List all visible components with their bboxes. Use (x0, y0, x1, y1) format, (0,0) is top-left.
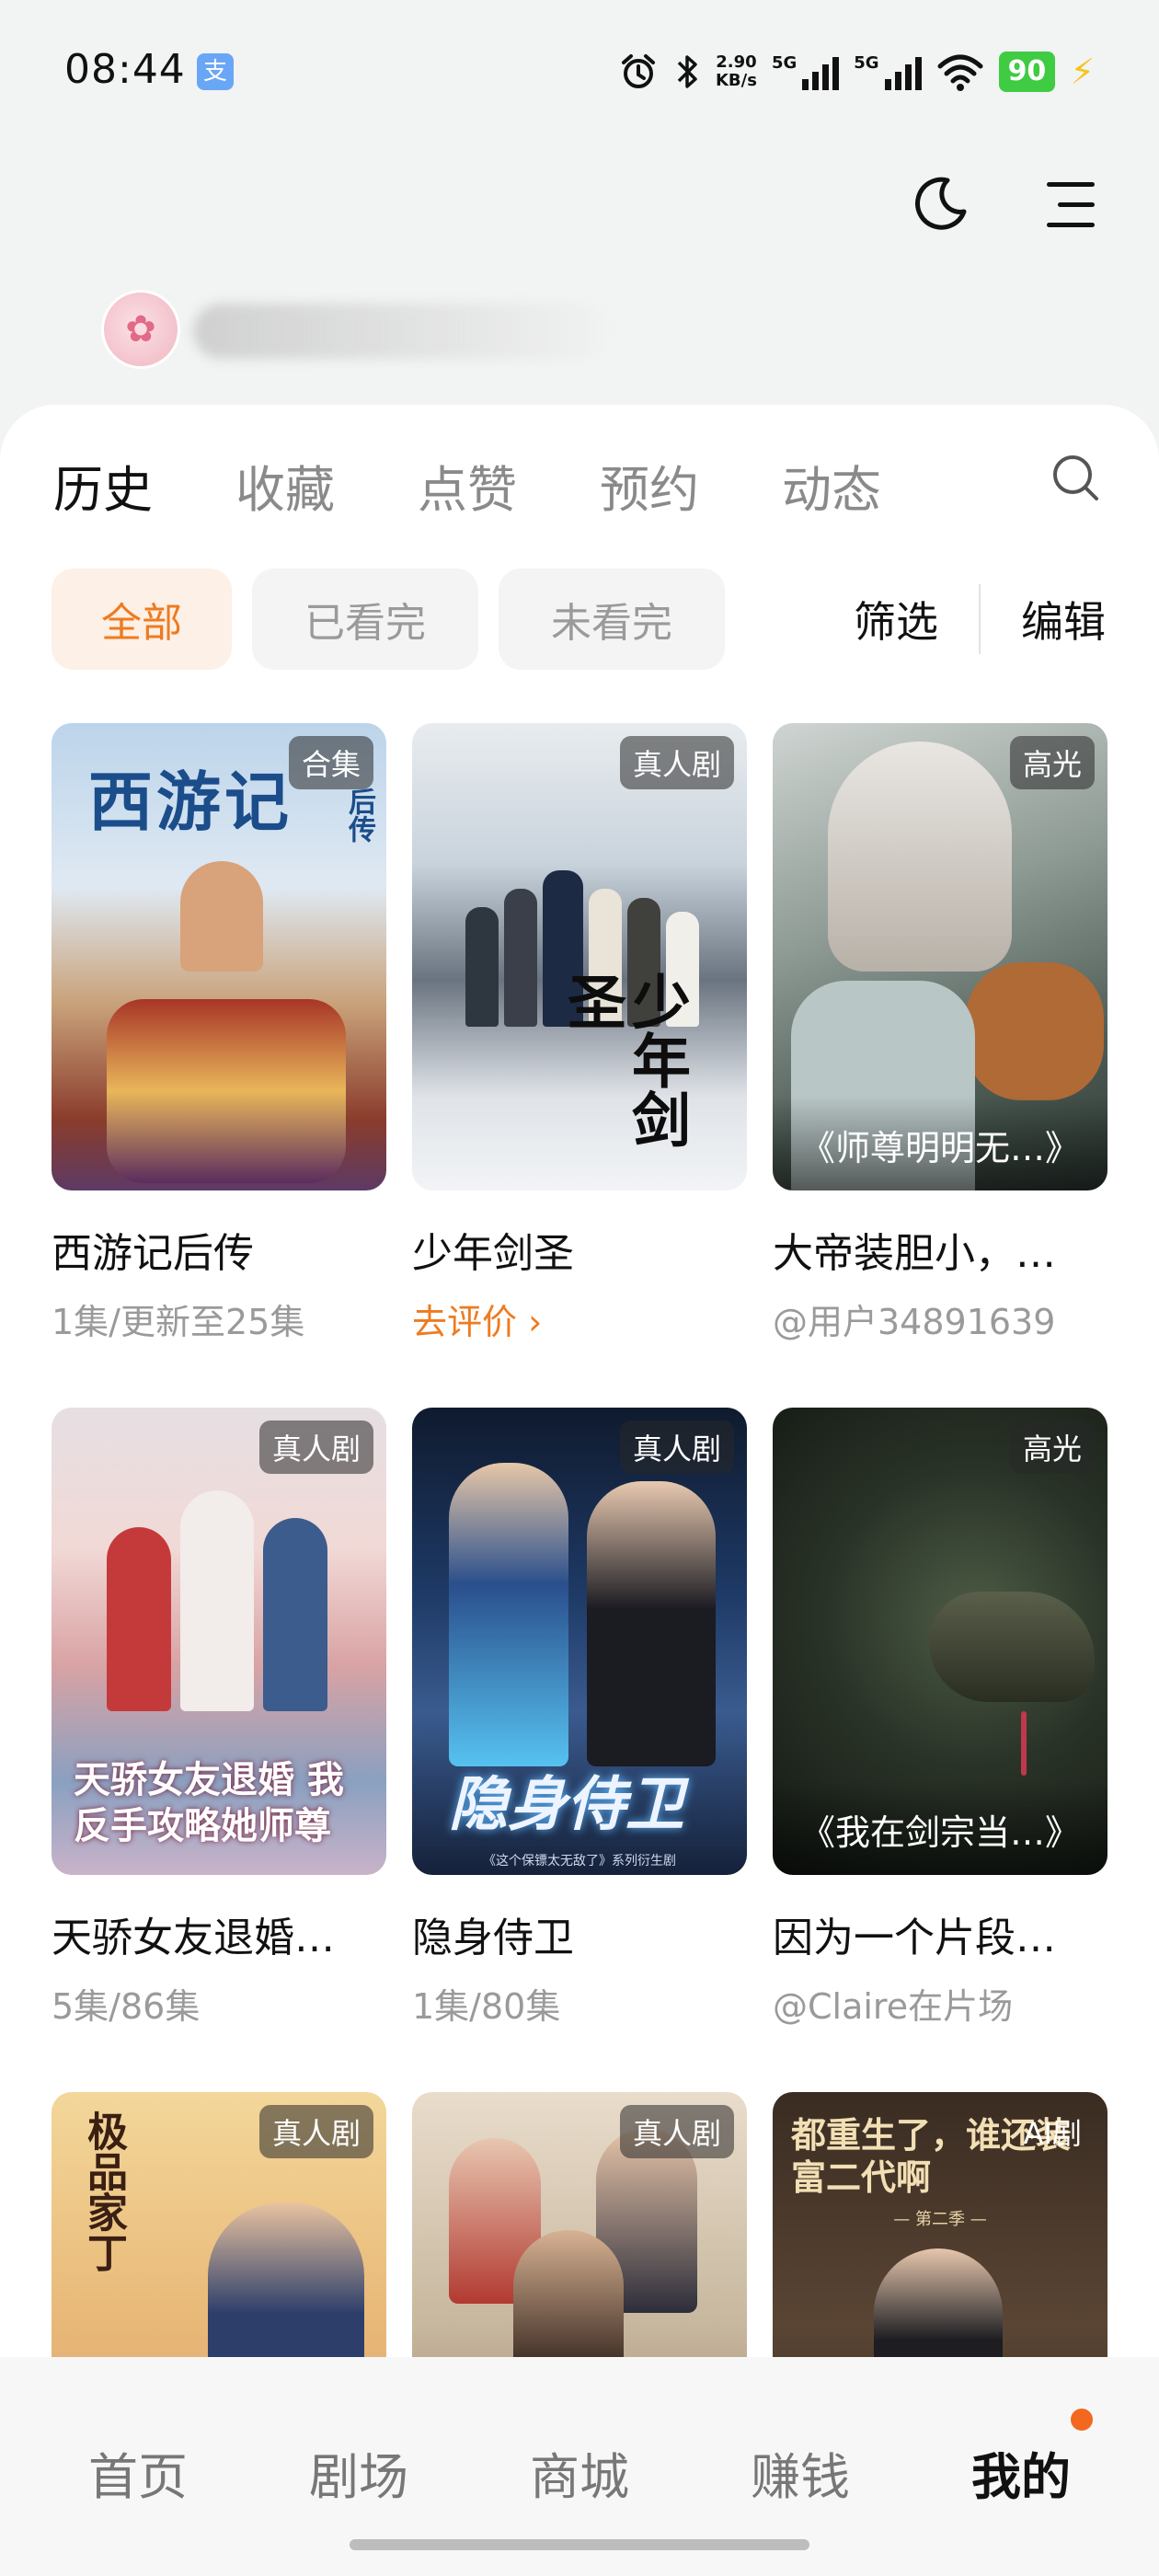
poster-title-art: 极品家丁 (80, 2110, 127, 2272)
tab-bar: 历史 收藏 点赞 预约 动态 (53, 449, 881, 522)
filter-chip-all[interactable]: 全部 (52, 569, 232, 670)
tab-activity[interactable]: 动态 (782, 449, 881, 522)
dark-mode-moon-icon[interactable] (911, 175, 970, 234)
alarm-icon (621, 54, 655, 88)
rate-link[interactable]: 去评价 › (412, 1294, 747, 1344)
signal-strength-sim2: 5G (854, 53, 922, 90)
card-type-badge: 高光 (1009, 736, 1095, 789)
network-speed-value: 2.90 (716, 52, 757, 72)
card-type-badge: 真人剧 (258, 1420, 373, 1474)
card-title: 西游记后传 (52, 1230, 254, 1277)
card-title: 少年剑圣 (412, 1230, 574, 1277)
filter-chip-unfinished[interactable]: 未看完 (499, 569, 725, 670)
card-title: 天骄女友退婚… (52, 1915, 335, 1961)
watch-status-filters: 全部 已看完 未看完 (52, 569, 725, 670)
tab-reservations[interactable]: 预约 (600, 449, 699, 522)
poster-caption: 《这个保镖太无敌了》系列衍生剧 (483, 1854, 676, 1869)
card-title: 大帝装胆小，… (773, 1230, 1056, 1277)
poster-image: 隐身侍卫 《这个保镖太无敌了》系列衍生剧 真人剧 (412, 1408, 747, 1875)
episode-progress: 1集/80集 (412, 1986, 561, 2027)
poster-image: 《我在剑宗当…》 高光 (773, 1408, 1107, 1875)
username-redacted (193, 304, 616, 359)
poster-caption: — 第二季 — (893, 2210, 987, 2229)
card-type-badge: 真人剧 (619, 1420, 734, 1474)
tab-favorites[interactable]: 收藏 (235, 449, 335, 522)
poster-image: 西游记 后传 合集 (52, 723, 386, 1190)
uploader-handle[interactable]: @Claire在片场 (773, 1978, 1107, 2029)
nav-mall[interactable]: 商城 (488, 2436, 671, 2509)
network-type-label: 5G (854, 53, 879, 73)
episode-progress: 1集/更新至25集 (52, 1302, 305, 1342)
poster-title-art: 少年剑圣 (557, 972, 691, 1148)
episode-progress: 5集/86集 (52, 1986, 201, 2027)
bluetooth-icon (677, 55, 697, 88)
clip-source-title: 《师尊明明无…》 (773, 1096, 1107, 1190)
poster-title-art-side: 后传 (343, 788, 375, 843)
signal-strength-sim1: 5G (771, 53, 840, 90)
nav-me[interactable]: 我的 (929, 2436, 1113, 2509)
filter-button[interactable]: 筛选 (854, 589, 938, 650)
avatar[interactable]: ✿ (101, 290, 180, 369)
network-type-label: 5G (771, 53, 798, 73)
home-indicator[interactable] (350, 2539, 809, 2550)
network-speed-unit: KB/s (715, 71, 757, 90)
status-bar: 08:44 支 2.90 KB/s 5G 5G 90 ⚡ (0, 0, 1159, 147)
alipay-notification-icon: 支 (197, 53, 234, 90)
card-type-badge: 高光 (1009, 1420, 1095, 1474)
notification-dot (1071, 2409, 1093, 2431)
wifi-icon (937, 54, 983, 91)
card-type-badge: 真人剧 (619, 736, 734, 789)
tab-likes[interactable]: 点赞 (418, 449, 517, 522)
clip-source-title: 《我在剑宗当…》 (773, 1780, 1107, 1875)
poster-title-art: 天骄女友退婚 我反手攻略她师尊 (74, 1758, 344, 1847)
menu-icon[interactable] (1039, 180, 1095, 230)
content-panel: 历史 收藏 点赞 预约 动态 全部 已看完 未看完 筛选 编辑 西游记 后传 合… (0, 405, 1159, 2576)
network-speed: 2.90 KB/s (716, 53, 757, 90)
card-type-badge: AI剧 (1023, 2116, 1082, 2151)
uploader-handle[interactable]: @用户34891639 (773, 1294, 1107, 1344)
poster-title-art: 西游记 (88, 764, 293, 840)
poster-image: 天骄女友退婚 我反手攻略她师尊 真人剧 (52, 1408, 386, 1875)
poster-image: 少年剑圣 真人剧 (412, 723, 747, 1190)
card-title: 因为一个片段… (773, 1915, 1056, 1961)
battery-indicator: 90 (998, 52, 1056, 92)
card-type-badge: 真人剧 (258, 2105, 373, 2158)
nav-theater[interactable]: 剧场 (267, 2436, 451, 2509)
edit-button[interactable]: 编辑 (1021, 589, 1106, 650)
card-title: 隐身侍卫 (412, 1915, 574, 1961)
divider (979, 584, 981, 654)
poster-image: 《师尊明明无…》 高光 (773, 723, 1107, 1190)
nav-home[interactable]: 首页 (46, 2436, 230, 2509)
clock: 08:44 (64, 46, 186, 93)
filter-chip-finished[interactable]: 已看完 (252, 569, 478, 670)
card-type-badge: 真人剧 (619, 2105, 734, 2158)
nav-earn[interactable]: 赚钱 (708, 2436, 892, 2509)
charging-icon: ⚡ (1070, 52, 1095, 92)
poster-title-art: 隐身侍卫 (449, 1770, 684, 1839)
card-type-badge: 合集 (288, 736, 373, 789)
search-icon[interactable] (1050, 453, 1100, 502)
tab-history[interactable]: 历史 (53, 449, 153, 522)
